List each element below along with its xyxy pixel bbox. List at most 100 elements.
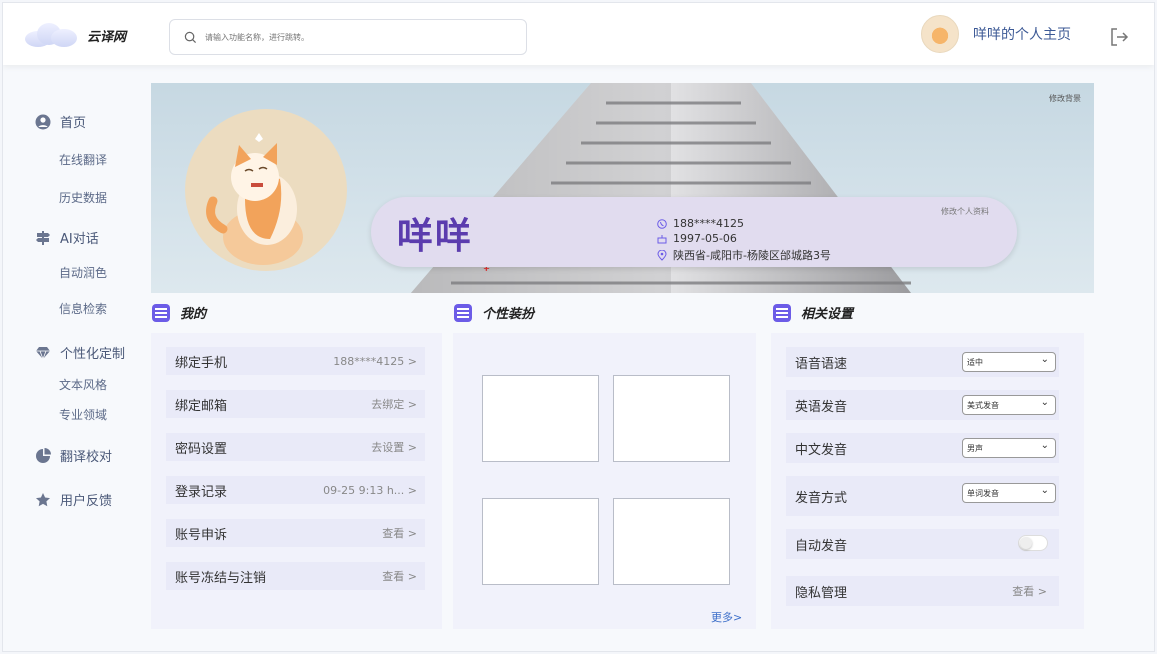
sidebar-item-customize[interactable]: 个性化定制 — [35, 343, 125, 362]
birthday-row: 1997-05-06 — [657, 232, 737, 245]
sidebar-item-info-search[interactable]: 信息检索 — [59, 300, 107, 317]
address-row: 陕西省-咸阳市-杨陵区邰城路3号 — [657, 247, 831, 263]
row-label: 自动发音 — [795, 538, 848, 554]
row-label: 登录记录 — [175, 484, 228, 500]
chinese-pronunciation-select[interactable]: 男声 — [962, 438, 1056, 458]
phone-icon — [657, 218, 667, 229]
auto-pronounce-toggle[interactable] — [1018, 535, 1048, 551]
user-menu[interactable]: 咩咩的个人主页 — [921, 15, 1071, 53]
sidebar-item-feedback[interactable]: 用户反馈 — [35, 490, 112, 509]
sidebar-item-label: 翻译校对 — [60, 450, 113, 465]
avatar[interactable] — [921, 15, 959, 53]
search-box[interactable] — [169, 19, 527, 55]
diamond-icon — [36, 346, 50, 360]
menu-list-icon — [454, 303, 472, 322]
dress-panel: 更多> — [453, 333, 756, 629]
speech-speed-row: 语音语速 适中 — [786, 347, 1059, 377]
star-icon — [36, 492, 50, 506]
app-window: 云译网 咩咩的个人主页 首页 在线翻译 历史数据 AI对话 自动润色 信息检索 … — [2, 2, 1155, 652]
dress-slot[interactable] — [482, 498, 599, 585]
sidebar: 首页 在线翻译 历史数据 AI对话 自动润色 信息检索 个性化定制 文本风格 专… — [3, 65, 151, 651]
profile-avatar[interactable] — [185, 109, 347, 271]
row-value: 查看 > — [382, 527, 417, 540]
row-label: 密码设置 — [175, 441, 228, 457]
select-value: 单词发音 — [967, 488, 999, 498]
more-link[interactable]: 更多> — [711, 609, 742, 625]
menu-list-icon — [152, 303, 170, 322]
cake-icon — [657, 234, 667, 243]
pronunciation-mode-select[interactable]: 单词发音 — [962, 483, 1056, 503]
birthday-text: 1997-05-06 — [673, 232, 737, 245]
pronunciation-mode-row: 发音方式 单词发音 — [786, 476, 1059, 516]
row-value: 09-25 9:13 h... > — [323, 483, 417, 497]
mine-panel: 绑定手机 188****4125 > 绑定邮箱 去绑定 > 密码设置 去设置 >… — [151, 333, 442, 629]
row-value: 查看 > — [382, 570, 417, 583]
sidebar-item-label: AI对话 — [60, 232, 99, 247]
auto-pronounce-row: 自动发音 — [786, 529, 1059, 559]
row-label: 绑定手机 — [175, 355, 228, 371]
row-value: 去设置 > — [371, 441, 417, 454]
sidebar-item-domain[interactable]: 专业领域 — [59, 406, 107, 423]
section-title-text: 我的 — [180, 307, 207, 322]
privacy-management-row[interactable]: 隐私管理 查看 > — [786, 576, 1059, 606]
row-label: 中文发音 — [795, 442, 848, 458]
user-homepage-link[interactable]: 咩咩的个人主页 — [973, 24, 1071, 44]
row-value: 去绑定 > — [371, 398, 417, 411]
section-title-mine: 我的 — [152, 303, 206, 322]
english-pronunciation-select[interactable]: 美式发音 — [962, 395, 1056, 415]
signpost-icon — [36, 230, 50, 245]
phone-text: 188****4125 — [673, 217, 744, 230]
row-label: 发音方式 — [795, 490, 848, 506]
sidebar-item-auto-polish[interactable]: 自动润色 — [59, 264, 107, 281]
dress-slot[interactable] — [482, 375, 599, 462]
section-title-dress: 个性装扮 — [454, 303, 534, 322]
password-settings-row[interactable]: 密码设置 去设置 > — [166, 433, 425, 461]
sidebar-item-proofread[interactable]: 翻译校对 — [35, 446, 112, 465]
row-label: 账号冻结与注销 — [175, 570, 267, 586]
account-freeze-row[interactable]: 账号冻结与注销 查看 > — [166, 562, 425, 590]
edit-background-button[interactable]: 修改背景 — [1049, 93, 1081, 104]
search-icon — [184, 31, 197, 43]
select-value: 男声 — [967, 443, 983, 453]
edit-profile-button[interactable]: 修改个人资料 — [941, 206, 989, 217]
profile-info-card: 咩咩 修改个人资料 188****4125 1997-05-06 陕西省-咸阳市… — [371, 197, 1017, 267]
pie-chart-icon — [36, 447, 51, 463]
top-header: 云译网 咩咩的个人主页 — [3, 3, 1154, 65]
section-title-text: 个性装扮 — [482, 307, 535, 322]
row-label: 英语发音 — [795, 399, 848, 415]
search-input[interactable] — [205, 32, 505, 42]
section-title-settings: 相关设置 — [773, 303, 853, 322]
bind-email-row[interactable]: 绑定邮箱 去绑定 > — [166, 390, 425, 418]
sidebar-item-home[interactable]: 首页 — [35, 112, 86, 131]
sidebar-item-text-style[interactable]: 文本风格 — [59, 376, 107, 393]
phone-row: 188****4125 — [657, 217, 744, 230]
row-value: 查看 > — [1012, 585, 1047, 598]
bind-phone-row[interactable]: 绑定手机 188****4125 > — [166, 347, 425, 375]
sidebar-item-label: 个性化定制 — [60, 347, 126, 362]
sidebar-item-label: 用户反馈 — [60, 494, 113, 509]
select-value: 美式发音 — [967, 400, 999, 410]
sidebar-item-online-translate[interactable]: 在线翻译 — [59, 151, 107, 168]
logout-icon[interactable] — [1109, 27, 1129, 47]
logo[interactable]: 云译网 — [25, 21, 126, 49]
row-label: 账号申诉 — [175, 527, 228, 543]
profile-name: 咩咩 — [397, 216, 474, 257]
cloud-logo-icon — [25, 21, 77, 49]
row-label: 隐私管理 — [795, 585, 848, 601]
sidebar-item-ai-chat[interactable]: AI对话 — [35, 228, 99, 247]
address-text: 陕西省-咸阳市-杨陵区邰城路3号 — [673, 249, 831, 262]
dress-slot[interactable] — [613, 375, 730, 462]
speech-speed-select[interactable]: 适中 — [962, 352, 1056, 372]
sidebar-item-history[interactable]: 历史数据 — [59, 189, 107, 206]
chinese-pronunciation-row: 中文发音 男声 — [786, 433, 1059, 463]
profile-banner: 修改背景 ♀ 咩咩 修改个人资料 188****4125 — [151, 83, 1094, 293]
account-appeal-row[interactable]: 账号申诉 查看 > — [166, 519, 425, 547]
logo-text: 云译网 — [87, 29, 127, 45]
select-value: 适中 — [967, 357, 983, 367]
dress-slot[interactable] — [613, 498, 730, 585]
menu-list-icon — [773, 303, 791, 322]
user-circle-icon — [35, 114, 51, 129]
login-history-row[interactable]: 登录记录 09-25 9:13 h... > — [166, 476, 425, 504]
row-label: 绑定邮箱 — [175, 398, 228, 414]
english-pronunciation-row: 英语发音 美式发音 — [786, 390, 1059, 420]
